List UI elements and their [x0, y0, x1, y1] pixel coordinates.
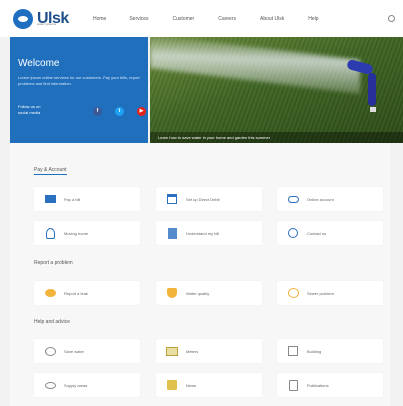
tile-label: Water quality	[186, 290, 210, 296]
leak-icon	[44, 288, 56, 299]
section-title-help: Help and advice	[34, 319, 70, 325]
facebook-icon[interactable]: f	[93, 107, 102, 116]
tile-label: Meters	[186, 348, 199, 354]
tile-moving-home[interactable]: Moving home	[34, 221, 140, 245]
hero-caption[interactable]: Learn how to save water in your home and…	[158, 135, 270, 140]
welcome-title: Welcome	[18, 58, 60, 69]
section-underline	[34, 174, 67, 175]
hero-banner[interactable]: Learn how to save water in your home and…	[150, 37, 403, 143]
section-title-text: Pay & Account	[34, 167, 67, 173]
tile-contact-us[interactable]: Contact us	[277, 221, 383, 245]
nav-item-help[interactable]: Help	[308, 16, 318, 22]
tile-supply-areas[interactable]: Supply areas	[34, 373, 140, 397]
youtube-icon[interactable]: ▶	[137, 107, 146, 116]
card-icon	[44, 194, 56, 205]
tile-label: Understand my bill	[186, 230, 220, 236]
tap-icon	[166, 288, 178, 299]
tile-news[interactable]: News	[156, 373, 262, 397]
tile-label: Publications	[307, 382, 329, 388]
hose-tip	[370, 107, 376, 112]
nav-item-services[interactable]: Services	[129, 16, 148, 22]
twitter-icon[interactable]: t	[115, 107, 124, 116]
tile-water-quality[interactable]: Water quality	[156, 281, 262, 305]
folder-icon	[287, 379, 299, 391]
tile-building[interactable]: Building	[277, 339, 383, 363]
logo-subtitle: water systems	[37, 22, 57, 26]
cloud-icon	[287, 194, 299, 205]
welcome-panel: Welcome Lorem ipsum online services for …	[10, 37, 148, 143]
tile-label: Save water	[64, 348, 85, 354]
follow-block: Follow us on social media	[18, 104, 40, 116]
tile-label: Report a leak	[64, 290, 88, 296]
logo[interactable]: Ulsk	[13, 9, 69, 29]
hero-caption-bar: Learn how to save water in your home and…	[150, 132, 403, 143]
person-icon	[44, 227, 56, 239]
logo-mark-icon	[13, 9, 33, 29]
tile-online-account[interactable]: Online account	[277, 187, 383, 211]
tile-save-water[interactable]: Save water	[34, 339, 140, 363]
nav-item-customer[interactable]: Customer	[173, 16, 195, 22]
nav-item-about[interactable]: About Ulsk	[260, 16, 284, 22]
tile-report-leak[interactable]: Report a leak	[34, 281, 140, 305]
drop-icon	[44, 346, 56, 357]
welcome-text: Lorem ipsum online services for our cust…	[18, 75, 140, 86]
tile-label: News	[186, 382, 197, 388]
tile-understand-bill[interactable]: Understand my bill	[156, 221, 262, 245]
water-spray	[150, 37, 360, 94]
search-icon[interactable]	[388, 15, 395, 22]
tile-meters[interactable]: Meters	[156, 339, 262, 363]
hose-grip	[368, 73, 376, 106]
nav-item-careers[interactable]: Careers	[218, 16, 236, 22]
tile-label: Moving home	[64, 230, 89, 236]
phone-icon	[287, 228, 299, 239]
calendar-icon	[166, 194, 178, 205]
tile-label: Contact us	[307, 230, 327, 236]
services-area: Pay & Account Pay a bill Set up Direct D…	[10, 143, 390, 406]
sewer-icon	[287, 288, 299, 299]
section-title-text: Help and advice	[34, 319, 70, 325]
document-icon	[166, 227, 178, 239]
tile-direct-debit[interactable]: Set up Direct Debit	[156, 187, 262, 211]
tile-label: Supply areas	[64, 382, 88, 388]
tile-pay-bill[interactable]: Pay a bill	[34, 187, 140, 211]
tile-label: Building	[307, 348, 322, 354]
tile-label: Set up Direct Debit	[186, 196, 220, 202]
tile-label: Online account	[307, 196, 334, 202]
meter-icon	[166, 346, 178, 357]
tile-publications[interactable]: Publications	[277, 373, 383, 397]
map-icon	[44, 380, 56, 391]
section-title-report: Report a problem	[34, 260, 73, 266]
tile-sewer-problem[interactable]: Sewer problem	[277, 281, 383, 305]
follow-sublabel: social media	[18, 110, 41, 115]
news-icon	[166, 380, 178, 391]
site-header: Ulsk water systems Home Services Custome…	[0, 0, 403, 37]
building-icon	[287, 346, 299, 357]
section-title-text: Report a problem	[34, 260, 73, 266]
nav-item-home[interactable]: Home	[93, 16, 106, 22]
tile-label: Sewer problem	[307, 290, 334, 296]
main-nav: Home Services Customer Careers About Uls…	[93, 16, 343, 22]
tile-label: Pay a bill	[64, 196, 81, 202]
section-title-pay: Pay & Account	[34, 167, 67, 175]
